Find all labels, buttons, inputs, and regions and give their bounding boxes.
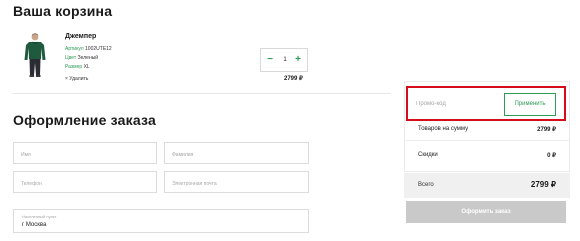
size-label: Размер [65, 64, 83, 70]
surname-field [164, 142, 309, 165]
color-label: Цвет [65, 55, 77, 61]
item-price: 2799 ₽ [284, 76, 303, 82]
section-divider [13, 93, 391, 94]
name-input[interactable] [14, 145, 156, 165]
product-article: Артикул 1002UTE12 [65, 46, 112, 52]
email-field [164, 171, 309, 194]
article-label: Артикул [65, 46, 84, 52]
quantity-stepper: − 1 + [260, 48, 308, 72]
quantity-value: 1 [283, 57, 287, 63]
promo-code-input[interactable] [416, 91, 502, 117]
product-size: Размер XL [65, 64, 90, 70]
cart-title: Ваша корзина [13, 3, 113, 19]
promo-code-field [416, 91, 502, 117]
total-bar: Всего 2799 ₽ [404, 173, 570, 198]
total-label: Всего [418, 182, 434, 188]
city-value: г Москва [22, 222, 47, 228]
size-value: XL [83, 64, 90, 70]
discount-label: Скидки [418, 152, 438, 158]
name-field [13, 142, 157, 165]
apply-promo-button[interactable]: Применить [504, 93, 556, 116]
product-image[interactable] [20, 32, 50, 78]
color-value: Зеленый [77, 55, 99, 61]
city-field[interactable]: Населенный пункт г Москва [13, 209, 309, 233]
remove-item-link[interactable]: × Удалить [65, 76, 88, 82]
phone-field [13, 171, 157, 194]
product-name[interactable]: Джемпер [65, 33, 96, 40]
phone-input[interactable] [14, 174, 156, 194]
decrease-quantity-button[interactable]: − [263, 52, 277, 68]
product-color: Цвет Зеленый [65, 55, 98, 61]
place-order-button[interactable]: Оформить заказ [406, 201, 566, 223]
discount-value: 0 ₽ [547, 153, 556, 159]
total-value: 2799 ₽ [530, 180, 556, 189]
checkout-title: Оформление заказа [13, 112, 156, 128]
email-input[interactable] [165, 174, 308, 194]
goods-total-value: 2799 ₽ [537, 127, 556, 133]
increase-quantity-button[interactable]: + [291, 52, 305, 68]
summary-divider [405, 140, 569, 141]
goods-total-label: Товаров на сумму [418, 126, 469, 132]
article-value: 1002UTE12 [85, 46, 112, 52]
surname-input[interactable] [165, 145, 308, 165]
city-label: Населенный пункт [22, 214, 57, 219]
